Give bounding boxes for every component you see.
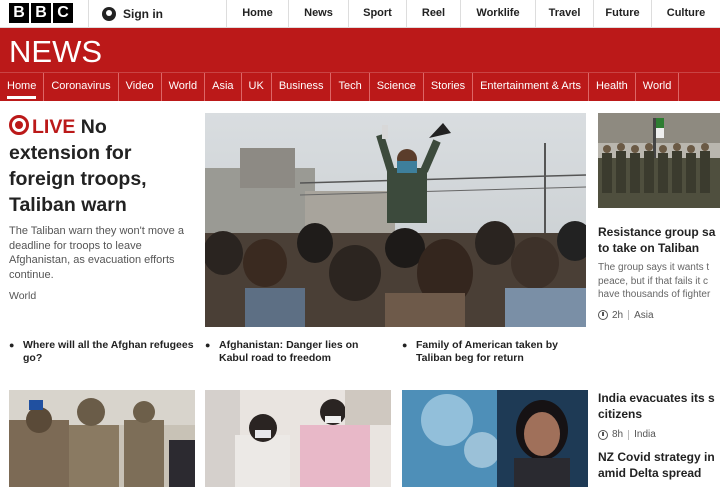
timestamp: 2h — [612, 309, 624, 321]
divider — [628, 310, 630, 320]
story-thumbnail[interactable] — [9, 390, 195, 487]
bullet-icon: ● — [402, 340, 408, 350]
section-nav-science[interactable]: Science — [370, 73, 424, 101]
side-story-image[interactable] — [598, 113, 720, 208]
headline-line: amid Delta spread — [598, 466, 702, 480]
bbc-logo-letter: B — [31, 3, 51, 23]
section-nav-world[interactable]: World — [162, 73, 206, 101]
section-tag[interactable]: India — [634, 429, 656, 440]
related-link[interactable]: ● Afghanistan: Danger lies on Kabul road… — [205, 339, 383, 365]
bbc-logo-letter: C — [53, 3, 73, 23]
fighters-photo — [598, 113, 720, 208]
section-nav-world-truncated[interactable]: World — [636, 73, 680, 101]
section-nav-stories[interactable]: Stories — [424, 73, 474, 101]
related-link[interactable]: ● Family of American taken by Taliban be… — [402, 339, 582, 365]
global-nav-culture[interactable]: Culture — [651, 0, 720, 28]
global-nav-travel[interactable]: Travel — [535, 0, 593, 28]
related-link-text: Where will all the Afghan refugees go? — [23, 339, 194, 364]
portrait-photo — [402, 390, 588, 487]
lead-story-image[interactable] — [205, 113, 586, 327]
section-nav-asia[interactable]: Asia — [205, 73, 242, 101]
side-story[interactable]: Resistance group sa to take on Taliban T… — [598, 224, 720, 321]
clock-icon — [598, 310, 608, 320]
side-summary-line: The group says it wants t — [598, 262, 710, 273]
live-label: LIVE — [32, 116, 76, 138]
headline-line: India evacuates its s — [598, 391, 715, 405]
side-story-headline[interactable]: Resistance group sa to take on Taliban — [598, 224, 720, 256]
bullet-icon: ● — [9, 340, 15, 350]
row2-stories: India evacuates its s citizens 8h India … — [598, 390, 720, 481]
side-summary-line: peace, but if that fails it c — [598, 275, 709, 287]
lead-story[interactable]: LIVE No extension for foreign troops, Ta… — [9, 114, 195, 302]
user-icon — [102, 7, 116, 21]
global-navigation-bar: B B C Sign in Home News Sport Reel Workl… — [0, 0, 720, 28]
section-nav-coronavirus[interactable]: Coronavirus — [44, 73, 119, 101]
india-story-meta: 8h India — [598, 429, 720, 440]
section-nav-home[interactable]: Home — [0, 73, 45, 101]
related-link-text: Afghanistan: Danger lies on Kabul road t… — [219, 339, 359, 364]
bbc-logo[interactable]: B B C — [9, 3, 73, 23]
vaccination-photo — [205, 390, 391, 487]
news-header: NEWS — [0, 28, 720, 72]
section-nav-health[interactable]: Health — [589, 73, 636, 101]
soldiers-photo — [9, 390, 195, 487]
bullet-icon: ● — [205, 340, 211, 350]
lead-section-tag[interactable]: World — [9, 290, 195, 302]
lead-headline[interactable]: LIVE No extension for foreign troops, Ta… — [9, 114, 195, 218]
clock-icon — [598, 429, 608, 440]
headline-line: citizens — [598, 407, 643, 421]
side-story-meta: 2h Asia — [598, 310, 720, 321]
divider — [628, 429, 630, 440]
india-story-headline[interactable]: India evacuates its s citizens — [598, 390, 720, 422]
section-tag[interactable]: Asia — [634, 310, 653, 321]
story-thumbnail[interactable] — [205, 390, 391, 487]
side-headline-line: to take on Taliban — [598, 241, 700, 255]
related-link-text: Family of American taken by Taliban beg … — [416, 339, 558, 364]
section-navigation: Home Coronavirus Video World Asia UK Bus… — [0, 72, 720, 101]
side-headline-line: Resistance group sa — [598, 225, 716, 239]
global-nav-sport[interactable]: Sport — [348, 0, 406, 28]
global-nav-future[interactable]: Future — [593, 0, 651, 28]
lead-headline-text: No extension for foreign troops, Taliban… — [9, 116, 147, 216]
news-title[interactable]: NEWS — [9, 36, 102, 68]
bbc-logo-letter: B — [9, 3, 29, 23]
global-nav-home[interactable]: Home — [226, 0, 288, 28]
sign-in-link[interactable]: Sign in — [88, 0, 163, 28]
timestamp: 8h — [612, 429, 624, 440]
global-nav-worklife[interactable]: Worklife — [460, 0, 535, 28]
section-nav-entertainment-arts[interactable]: Entertainment & Arts — [473, 73, 589, 101]
side-summary-line: have thousands of fighter — [598, 289, 711, 300]
global-nav-links: Home News Sport Reel Worklife Travel Fut… — [226, 0, 720, 28]
related-link[interactable]: ● Where will all the Afghan refugees go? — [9, 339, 195, 365]
section-nav-video[interactable]: Video — [119, 73, 162, 101]
lead-summary: The Taliban warn they won't move a deadl… — [9, 225, 184, 281]
crowd-photo — [205, 113, 586, 327]
section-nav-uk[interactable]: UK — [242, 73, 272, 101]
sign-in-label: Sign in — [123, 7, 163, 21]
section-nav-tech[interactable]: Tech — [331, 73, 370, 101]
live-icon — [9, 115, 29, 135]
nz-story-headline[interactable]: NZ Covid strategy in amid Delta spread — [598, 449, 720, 481]
side-story-summary: The group says it wants t peace, but if … — [598, 261, 720, 302]
global-nav-reel[interactable]: Reel — [406, 0, 460, 28]
global-nav-news[interactable]: News — [288, 0, 348, 28]
headline-line: NZ Covid strategy in — [598, 450, 715, 464]
story-thumbnail[interactable] — [402, 390, 588, 487]
section-nav-business[interactable]: Business — [272, 73, 332, 101]
